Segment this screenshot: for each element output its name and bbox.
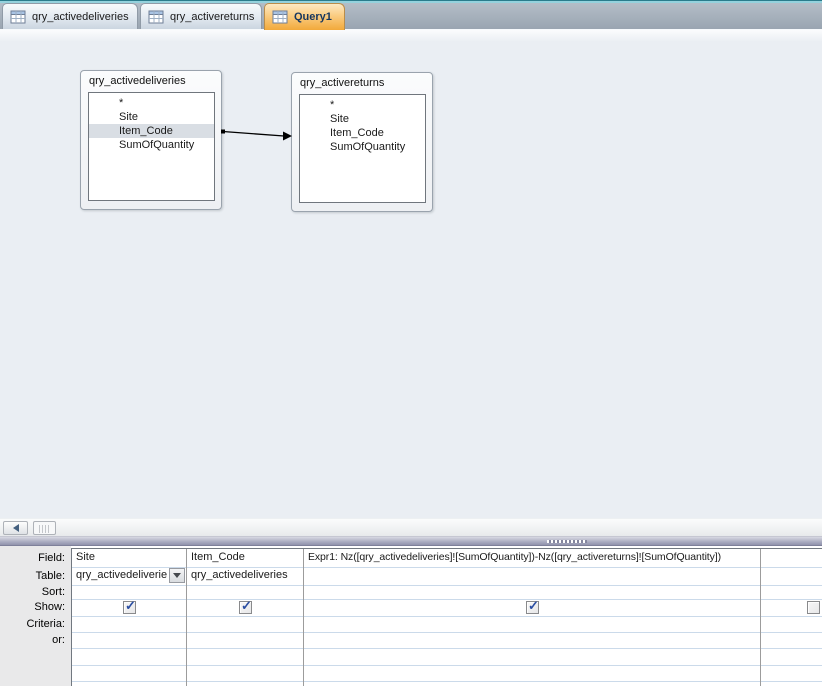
- show-checkbox-col2[interactable]: ✓: [239, 598, 252, 614]
- field-item-item-code[interactable]: Item_Code: [300, 126, 425, 140]
- tab-label: qry_activereturns: [170, 10, 255, 23]
- tab-label: qry_activedeliveries: [32, 10, 129, 23]
- horizontal-scrollbar[interactable]: [0, 518, 822, 536]
- grid-line-h: [72, 616, 822, 617]
- tab-qry-activereturns[interactable]: qry_activereturns: [140, 3, 262, 29]
- row-label-field: Field:: [38, 552, 65, 564]
- query-datasheet-icon: [148, 10, 164, 23]
- design-grid: Site Item_Code Expr1: Nz([qry_activedeli…: [71, 548, 822, 686]
- grid-line-h: [72, 648, 822, 649]
- show-checkbox-col3[interactable]: ✓: [526, 598, 539, 614]
- grid-row-headers: Field: Table: Sort: Show: Criteria: or:: [0, 546, 71, 686]
- query-datasheet-icon: [272, 10, 288, 24]
- table-cell-col1[interactable]: qry_activedeliverie: [72, 567, 168, 585]
- field-list-qry-activereturns[interactable]: qry_activereturns * Site Item_Code SumOf…: [291, 72, 433, 212]
- check-icon: ✓: [528, 598, 539, 613]
- field-cell-col1[interactable]: Site: [72, 549, 186, 567]
- grid-line-h: [72, 632, 822, 633]
- table-combo-button[interactable]: [169, 568, 185, 583]
- row-label-sort: Sort:: [41, 586, 65, 598]
- splitter-grip-icon: [547, 540, 587, 543]
- tab-label: Query1: [294, 11, 332, 23]
- triangle-left-icon: [12, 524, 19, 532]
- query-datasheet-icon: [10, 10, 26, 23]
- check-icon: ✓: [125, 598, 136, 613]
- show-checkbox-col4[interactable]: ✓: [807, 601, 820, 614]
- row-label-criteria: Criteria:: [26, 618, 65, 630]
- row-label-table: Table:: [35, 570, 65, 582]
- check-icon: ✓: [241, 598, 252, 613]
- grid-line-v: [303, 549, 304, 686]
- field-list: * Site Item_Code SumOfQuantity: [299, 94, 426, 203]
- field-list-title: qry_activedeliveries: [89, 75, 186, 87]
- query-grid-pane: Field: Table: Sort: Show: Criteria: or: …: [0, 546, 822, 686]
- field-list-title: qry_activereturns: [300, 77, 385, 89]
- field-item-star[interactable]: *: [300, 98, 425, 112]
- field-cell-col3-expression[interactable]: Expr1: Nz([qry_activedeliveries]![SumOfQ…: [304, 549, 760, 567]
- field-item-site[interactable]: Site: [300, 112, 425, 126]
- grid-line-v: [760, 549, 761, 686]
- field-list-qry-activedeliveries[interactable]: qry_activedeliveries * Site Item_Code Su…: [80, 70, 222, 210]
- access-query-design-window: qry_activedeliveries qry_activereturns Q…: [0, 0, 822, 686]
- chevron-down-icon: [173, 573, 181, 578]
- scrollbar-thumb[interactable]: [33, 521, 56, 535]
- field-list: * Site Item_Code SumOfQuantity: [88, 92, 215, 201]
- pane-splitter[interactable]: [0, 536, 822, 546]
- tab-query1[interactable]: Query1: [264, 3, 345, 30]
- field-item-sumofquantity[interactable]: SumOfQuantity: [300, 140, 425, 154]
- show-checkbox-col1[interactable]: ✓: [123, 598, 136, 614]
- field-item-item-code[interactable]: Item_Code: [89, 124, 214, 138]
- grid-line-h: [72, 681, 822, 682]
- grid-line-h: [72, 665, 822, 666]
- scroll-left-button[interactable]: [3, 521, 28, 535]
- grid-line-h: [72, 585, 822, 586]
- row-label-show: Show:: [34, 601, 65, 613]
- table-cell-col2[interactable]: qry_activedeliveries: [187, 567, 303, 585]
- field-cell-col2[interactable]: Item_Code: [187, 549, 303, 567]
- query-design-surface[interactable]: qry_activedeliveries * Site Item_Code Su…: [0, 30, 822, 518]
- field-item-star[interactable]: *: [89, 96, 214, 110]
- tab-qry-activedeliveries[interactable]: qry_activedeliveries: [2, 3, 138, 29]
- document-tab-bar: qry_activedeliveries qry_activereturns Q…: [0, 0, 822, 30]
- row-label-or: or:: [52, 634, 65, 646]
- field-item-sumofquantity[interactable]: SumOfQuantity: [89, 138, 214, 152]
- field-item-site[interactable]: Site: [89, 110, 214, 124]
- grid-line-h: [72, 599, 822, 600]
